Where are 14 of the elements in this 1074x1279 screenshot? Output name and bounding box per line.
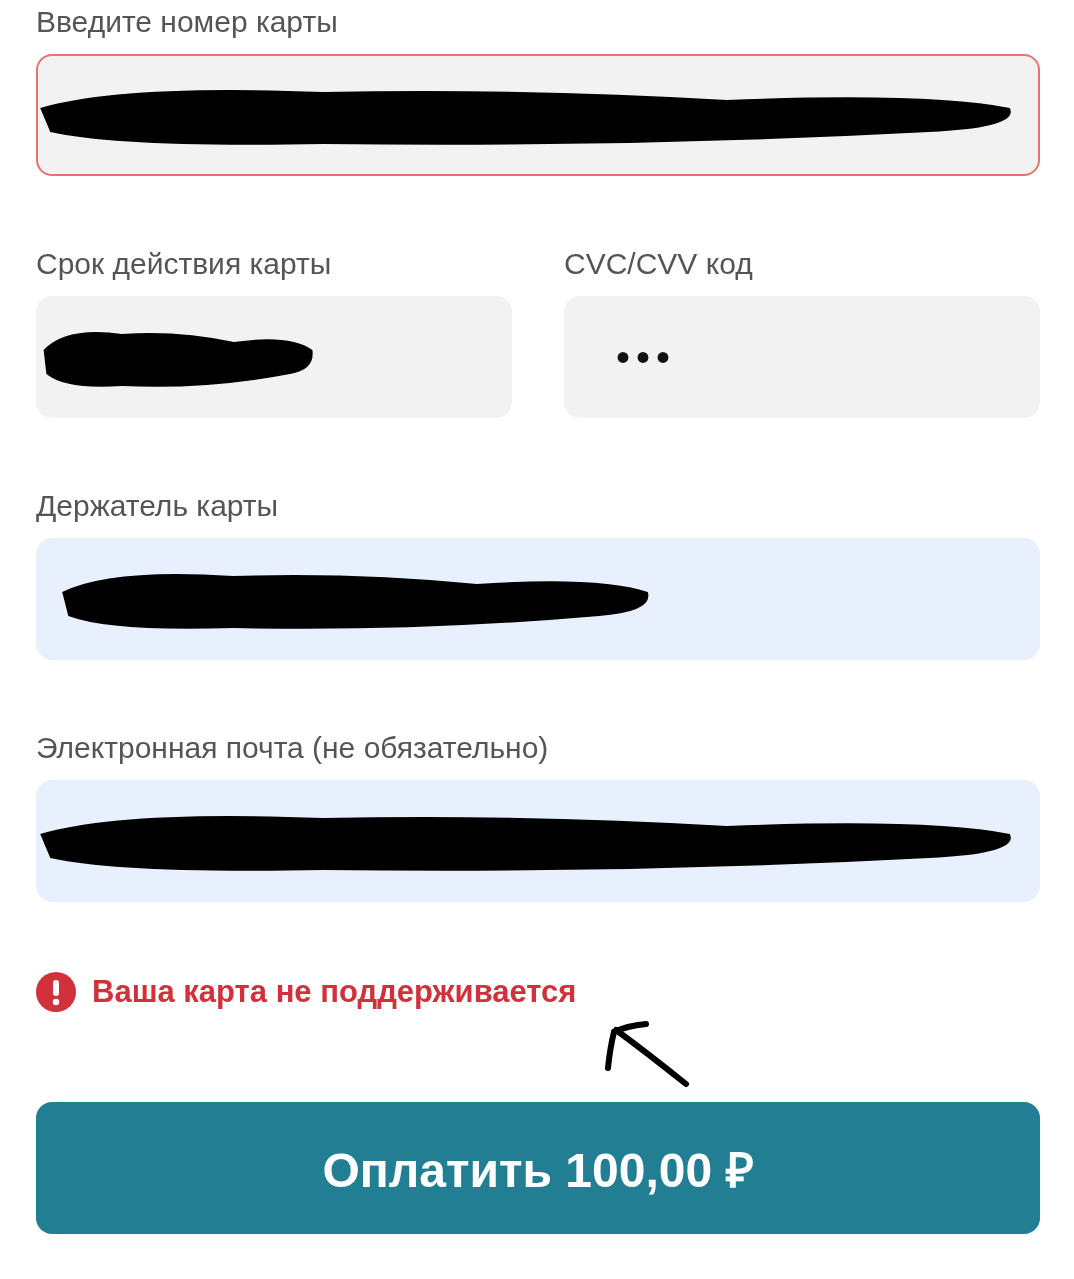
- pay-button[interactable]: Оплатить 100,00 ₽: [36, 1102, 1040, 1234]
- alert-icon: [36, 972, 76, 1012]
- card-number-field[interactable]: [36, 54, 1040, 176]
- error-message: Ваша карта не поддерживается: [92, 974, 577, 1010]
- field-label: Введите номер карты: [36, 4, 339, 40]
- expiry-field[interactable]: [36, 296, 512, 418]
- holder-field[interactable]: [36, 538, 1040, 660]
- email-field[interactable]: [36, 780, 1040, 902]
- field-label: Срок действия карты: [36, 246, 333, 282]
- cvc-field[interactable]: •••: [564, 296, 1040, 418]
- field-label: CVC/CVV код: [564, 246, 754, 282]
- field-label: Держатель карты: [36, 488, 280, 524]
- field-value: •••: [616, 334, 676, 380]
- field-label: Электронная почта (не обязательно): [36, 730, 550, 766]
